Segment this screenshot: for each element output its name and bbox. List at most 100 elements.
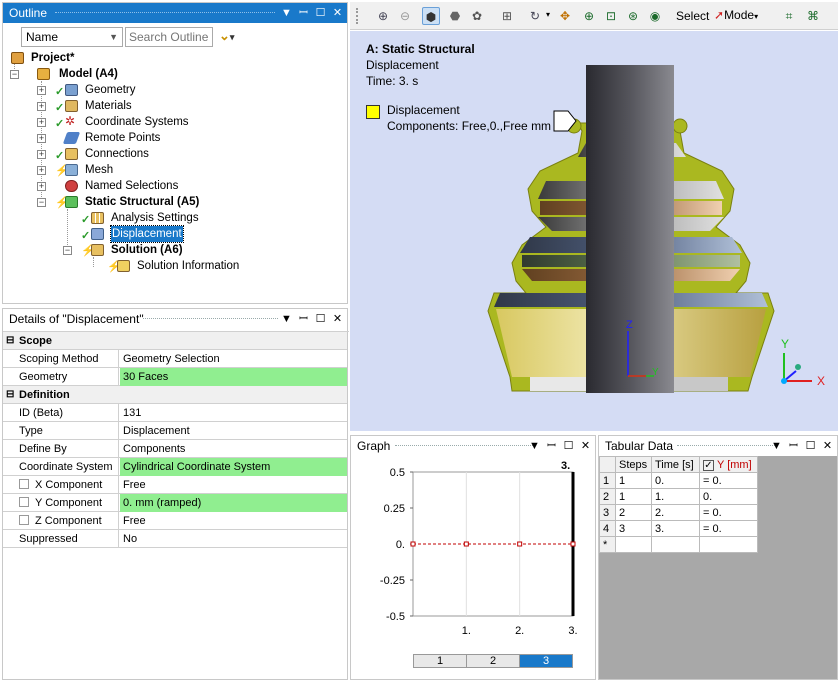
tabular-title-bar: Tabular Data ▼ ꟷ ☐ ✕ xyxy=(599,436,837,456)
rotate-icon[interactable]: ↻ xyxy=(526,7,544,25)
static-structural-icon xyxy=(65,196,78,208)
table-row[interactable]: 3 2 2. = 0. xyxy=(599,504,758,521)
collapse-static-structural-button[interactable]: − xyxy=(37,198,46,207)
displacement-icon xyxy=(91,228,104,240)
y-tick-label: 0. xyxy=(396,539,405,551)
dropdown-arrow-icon[interactable]: ▼ xyxy=(771,436,782,456)
y-component-checkbox[interactable] xyxy=(19,497,29,507)
box-zoom-icon[interactable]: ⊡ xyxy=(602,7,620,25)
graph-chart[interactable]: 0.5 0.25 0. -0.25 -0.5 1. 2. 3. xyxy=(351,436,597,681)
edges-view-icon[interactable]: ✿ xyxy=(468,7,486,25)
collapse-model-button[interactable]: − xyxy=(10,70,19,79)
details-row-type[interactable]: Type Displacement xyxy=(3,422,347,440)
details-row-id[interactable]: ID (Beta) 131 xyxy=(3,404,347,422)
table-row[interactable]: 4 3 3. = 0. xyxy=(599,520,758,537)
details-row-z-component[interactable]: Z Component Free xyxy=(3,512,347,530)
graph-tab-2[interactable]: 2 xyxy=(467,655,520,667)
filter-options-icon[interactable]: ⌄▾ xyxy=(219,28,234,44)
select-button[interactable]: Select xyxy=(676,9,709,23)
pin-icon[interactable]: ꟷ xyxy=(788,436,799,456)
time-header[interactable]: Time [s] xyxy=(651,456,700,473)
section-scope[interactable]: ⊟ Scope xyxy=(3,332,347,350)
outline-filter-select[interactable]: Name ▼ xyxy=(21,27,123,47)
solution-information-icon xyxy=(117,260,130,272)
iso-view-icon[interactable]: ⬢ xyxy=(422,7,440,25)
graphics-toolbar: ⊕ ⊖ ⬢ ⬣ ✿ ⊞ ↻ ▾ ✥ ⊕ ⊡ ⊛ ◉ Select ➚Mode▾ … xyxy=(350,2,838,30)
data-point xyxy=(410,541,416,547)
triad-y-label: Y xyxy=(781,337,790,351)
check-icon: ✓ xyxy=(55,150,65,162)
y-tick-label: -0.25 xyxy=(380,575,405,587)
geometry-icon xyxy=(65,84,78,96)
close-icon[interactable]: ✕ xyxy=(332,309,343,329)
maximize-icon[interactable]: ☐ xyxy=(315,309,326,329)
details-row-coordinate-system[interactable]: Coordinate System Cylindrical Coordinate… xyxy=(3,458,347,476)
check-icon: ✓ xyxy=(81,230,91,242)
chevron-down-icon: ▾ xyxy=(754,12,759,21)
pan-icon[interactable]: ✥ xyxy=(556,7,574,25)
magnifier-icon[interactable]: ◉ xyxy=(646,7,664,25)
mode-cursor-icon: ➚ xyxy=(714,8,725,22)
pin-icon[interactable]: ꟷ xyxy=(298,3,309,23)
chevron-down-icon[interactable]: ▾ xyxy=(546,10,550,19)
pin-icon[interactable]: ꟷ xyxy=(298,309,309,329)
close-icon[interactable]: ✕ xyxy=(332,3,343,23)
collapse-icon[interactable]: ⊟ xyxy=(6,386,14,404)
steps-header[interactable]: Steps xyxy=(615,456,652,473)
data-point xyxy=(463,541,469,547)
mode-button[interactable]: ➚Mode▾ xyxy=(714,8,758,22)
maximize-icon[interactable]: ☐ xyxy=(805,436,816,456)
table-row[interactable]: 1 1 0. = 0. xyxy=(599,472,758,489)
details-row-x-component[interactable]: X Component Free xyxy=(3,476,347,494)
check-icon: ✓ xyxy=(55,102,65,114)
zoom-in-icon[interactable]: ⊕ xyxy=(374,7,392,25)
search-outline-input[interactable] xyxy=(125,27,213,47)
coordinate-systems-icon: ✲ xyxy=(65,114,76,128)
zoom-icon[interactable]: ⊕ xyxy=(580,7,598,25)
details-panel: Details of "Displacement" ▼ ꟷ ☐ ✕ ⊟ Scop… xyxy=(2,308,349,680)
section-definition[interactable]: ⊟ Definition xyxy=(3,386,347,404)
x-tick-label: 1. xyxy=(462,625,471,637)
details-row-y-component[interactable]: Y Component 0. mm (ramped) xyxy=(3,494,347,512)
close-icon[interactable]: ✕ xyxy=(822,436,833,456)
x-component-checkbox[interactable] xyxy=(19,479,29,489)
local-y-label: Y xyxy=(652,367,659,378)
expand-named-selections-button[interactable]: + xyxy=(37,182,46,191)
fit-window-icon[interactable]: ⊞ xyxy=(498,7,516,25)
z-component-checkbox[interactable] xyxy=(19,515,29,525)
expand-geometry-button[interactable]: + xyxy=(37,86,46,95)
graph-panel: Graph ▼ ꟷ ☐ ✕ 3. 0.5 0.25 0. -0.25 -0.5 1. 2. 3… xyxy=(350,435,596,680)
collapse-icon[interactable]: ⊟ xyxy=(6,332,14,350)
remote-points-icon xyxy=(62,132,81,144)
select-body-icon[interactable]: ⌗ xyxy=(780,7,798,25)
select-face-icon[interactable]: ⌘ xyxy=(804,7,822,25)
expand-remote-points-button[interactable]: + xyxy=(37,134,46,143)
expand-coordinate-systems-button[interactable]: + xyxy=(37,118,46,127)
table-row[interactable]: 2 1 1. 0. xyxy=(599,488,758,505)
graph-tab-1[interactable]: 1 xyxy=(414,655,467,667)
dropdown-arrow-icon[interactable]: ▼ xyxy=(281,3,292,23)
details-row-define-by[interactable]: Define By Components xyxy=(3,440,347,458)
outline-title-bar: Outline ▼ ꟷ ☐ ✕ xyxy=(3,3,347,23)
details-row-geometry[interactable]: Geometry 30 Faces xyxy=(3,368,347,386)
expand-materials-button[interactable]: + xyxy=(37,102,46,111)
graph-step-tabs: 1 2 3 xyxy=(413,654,573,668)
outline-panel: Outline ▼ ꟷ ☐ ✕ Name ▼ ⌄▾ Project* − Mod… xyxy=(2,2,348,304)
details-row-scoping-method[interactable]: Scoping Method Geometry Selection xyxy=(3,350,347,368)
shaded-view-icon[interactable]: ⬣ xyxy=(446,7,464,25)
y-column-checkbox[interactable]: ✓ xyxy=(703,459,714,471)
y-tick-label: -0.5 xyxy=(386,611,405,623)
tabular-table: Steps Time [s] ✓ Y [mm] 1 1 0. = 0. 2 1 1… xyxy=(599,456,758,553)
expand-connections-button[interactable]: + xyxy=(37,150,46,159)
y-header[interactable]: ✓ Y [mm] xyxy=(699,456,758,473)
expand-mesh-button[interactable]: + xyxy=(37,166,46,175)
dropdown-arrow-icon[interactable]: ▼ xyxy=(281,309,292,329)
collapse-solution-button[interactable]: − xyxy=(63,246,72,255)
table-row[interactable]: * xyxy=(599,536,758,553)
maximize-icon[interactable]: ☐ xyxy=(315,3,326,23)
graph-tab-3[interactable]: 3 xyxy=(520,655,572,667)
details-row-suppressed[interactable]: Suppressed No xyxy=(3,530,347,548)
zoom-fit-icon[interactable]: ⊛ xyxy=(624,7,642,25)
graphics-viewport[interactable]: A: Static Structural Displacement Time: … xyxy=(350,31,838,431)
zoom-out-icon[interactable]: ⊖ xyxy=(396,7,414,25)
